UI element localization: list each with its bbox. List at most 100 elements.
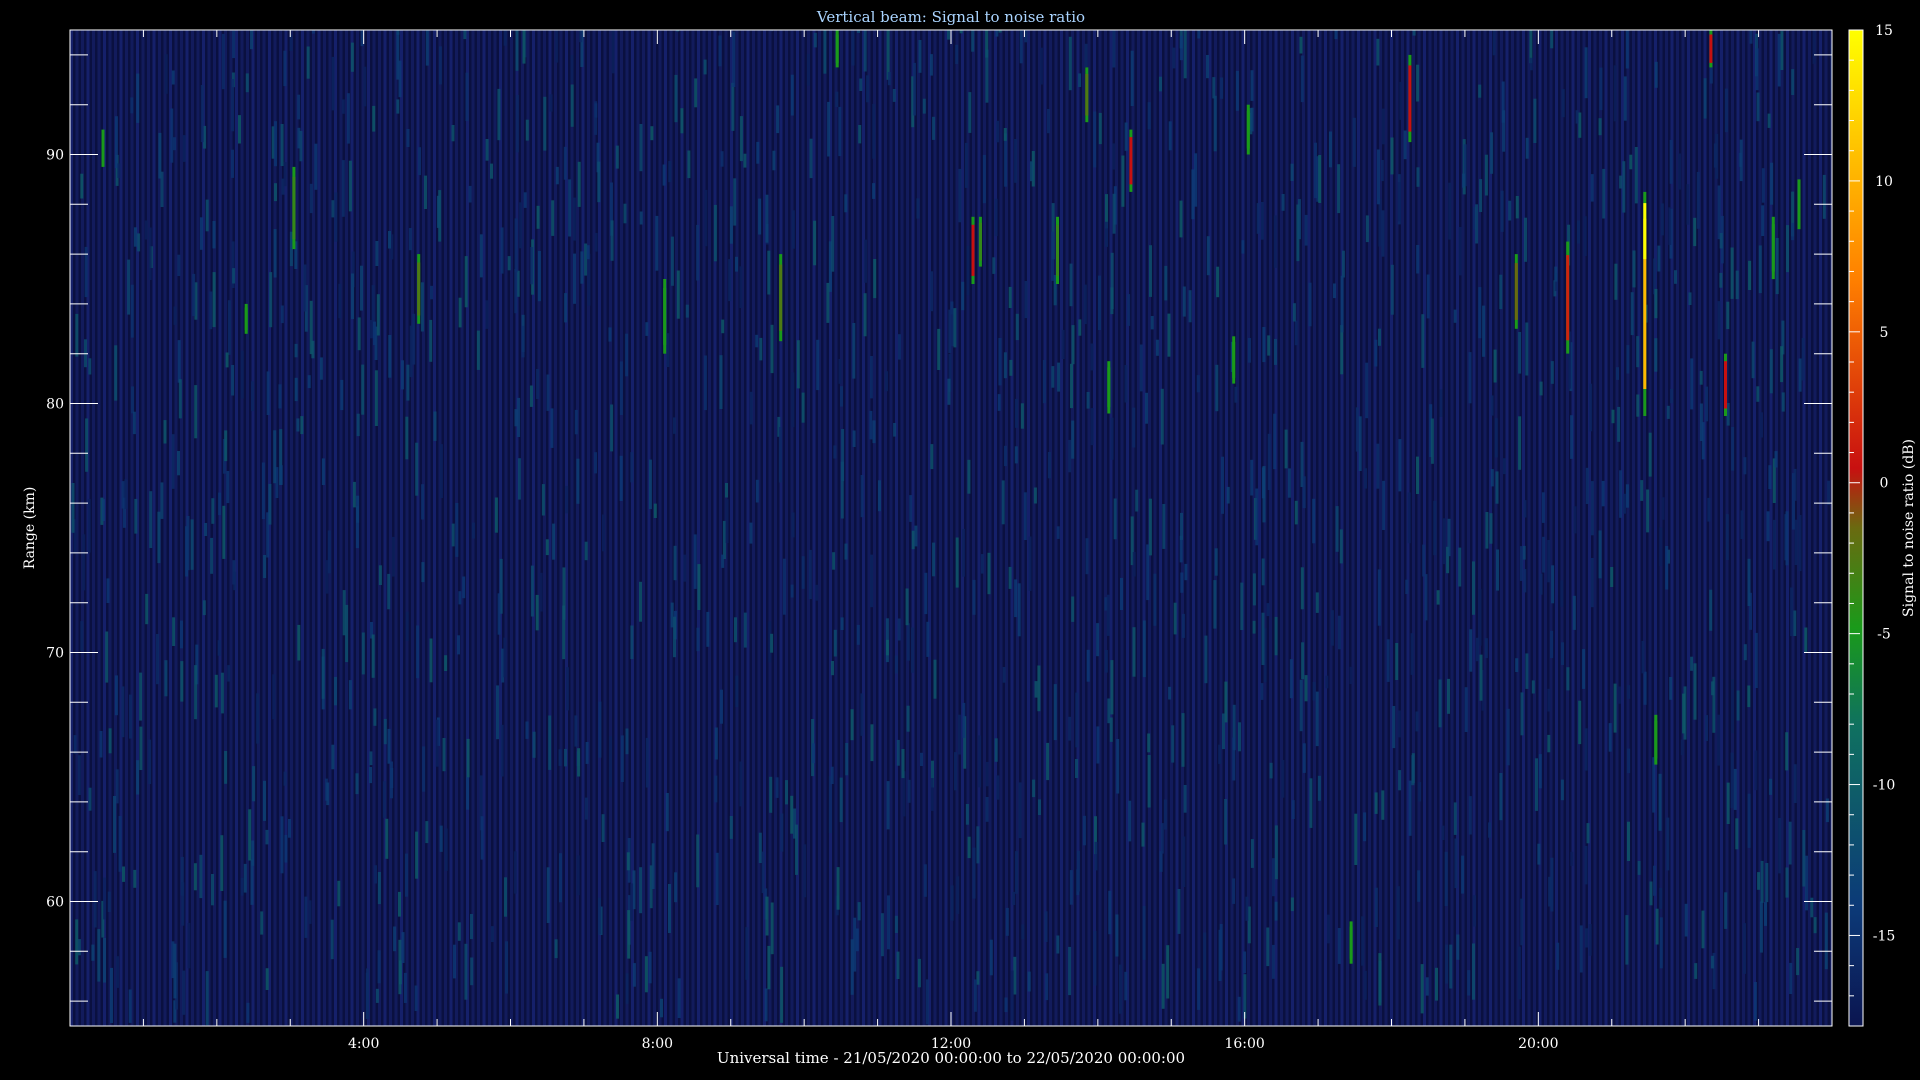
noise-speckle-mark	[223, 900, 227, 958]
noise-column	[741, 30, 744, 1026]
noise-speckle-mark	[91, 944, 95, 961]
noise-speckle-mark	[466, 738, 470, 778]
noise-column	[1714, 30, 1718, 1026]
noise-speckle-mark	[1167, 313, 1171, 357]
noise-speckle-mark	[251, 381, 254, 412]
noise-speckle-mark	[232, 30, 236, 59]
noise-column	[779, 30, 783, 1026]
noise-speckle-mark	[496, 685, 499, 740]
noise-column	[939, 30, 942, 1026]
noise-column	[1269, 30, 1272, 1026]
noise-column	[1599, 30, 1602, 1026]
noise-speckle-mark	[906, 705, 910, 732]
noise-speckle-mark	[616, 994, 619, 1019]
noise-speckle-mark	[1153, 573, 1157, 626]
noise-speckle-mark	[137, 233, 141, 252]
noise-speckle-mark	[1791, 222, 1795, 241]
noise-speckle-mark	[554, 939, 558, 959]
noise-speckle-mark	[1390, 264, 1394, 315]
noise-column	[207, 30, 211, 1026]
noise-speckle-mark	[1220, 77, 1224, 99]
noise-column	[444, 30, 447, 1026]
noise-speckle-mark	[1499, 773, 1503, 821]
noise-column	[1258, 30, 1261, 1026]
noise-speckle-mark	[872, 420, 876, 444]
noise-column	[1296, 30, 1300, 1026]
noise-speckle-mark	[522, 30, 526, 64]
noise-speckle-mark	[1398, 439, 1402, 492]
noise-speckle-mark	[1717, 185, 1721, 240]
noise-speckle-mark	[299, 130, 303, 162]
noise-speckle-mark	[780, 966, 784, 1023]
noise-column	[1153, 30, 1157, 1026]
noise-speckle-mark	[775, 777, 779, 798]
noise-speckle-mark	[585, 742, 589, 764]
noise-speckle-mark	[88, 787, 92, 811]
noise-speckle-mark	[1550, 361, 1554, 384]
noise-speckle-mark	[676, 30, 680, 32]
noise-speckle-mark	[1756, 92, 1760, 122]
noise-speckle-mark	[1802, 830, 1806, 887]
noise-speckle-mark	[1219, 924, 1223, 971]
noise-speckle-mark	[1769, 778, 1773, 795]
noise-speckle-mark	[1003, 128, 1007, 141]
echo-mark	[292, 176, 296, 240]
noise-speckle-mark	[1221, 456, 1224, 514]
noise-speckle-mark	[1433, 500, 1437, 556]
noise-speckle-mark	[845, 743, 849, 776]
noise-speckle-mark	[1585, 467, 1589, 504]
noise-speckle-mark	[644, 956, 648, 993]
noise-speckle-mark	[577, 161, 581, 207]
noise-speckle-mark	[1625, 30, 1629, 69]
noise-speckle-mark	[1798, 358, 1802, 392]
noise-speckle-mark	[1024, 281, 1028, 319]
noise-speckle-mark	[826, 282, 830, 323]
noise-column	[768, 30, 772, 1026]
noise-speckle-mark	[1071, 420, 1075, 459]
noise-column	[1203, 30, 1206, 1026]
noise-speckle-mark	[1056, 526, 1060, 539]
noise-speckle-mark	[497, 593, 501, 635]
noise-speckle-mark	[956, 876, 960, 914]
noise-speckle-mark	[1793, 468, 1797, 501]
noise-speckle-mark	[623, 203, 627, 224]
noise-speckle-mark	[551, 200, 555, 236]
noise-speckle-mark	[1218, 744, 1222, 764]
noise-speckle-mark	[1753, 982, 1757, 1021]
noise-speckle-mark	[1801, 338, 1805, 381]
noise-speckle-mark	[1096, 726, 1100, 764]
noise-speckle-mark	[1161, 963, 1165, 1009]
noise-speckle-mark	[180, 620, 183, 649]
noise-column	[1263, 30, 1267, 1026]
noise-column	[746, 30, 750, 1026]
noise-speckle-mark	[269, 272, 273, 328]
colorbar-tick-label: -5	[1877, 627, 1891, 643]
noise-speckle-mark	[743, 153, 747, 168]
noise-speckle-mark	[1075, 759, 1078, 778]
noise-speckle-mark	[965, 804, 969, 825]
noise-speckle-mark	[436, 195, 440, 228]
noise-speckle-mark	[124, 479, 128, 509]
noise-speckle-mark	[627, 910, 631, 959]
noise-speckle-mark	[1680, 739, 1684, 756]
noise-speckle-mark	[1611, 409, 1615, 424]
noise-speckle-mark	[283, 50, 287, 87]
noise-speckle-mark	[1634, 147, 1638, 204]
noise-column	[1615, 30, 1619, 1026]
noise-speckle-mark	[1705, 386, 1709, 422]
noise-speckle-mark	[503, 637, 507, 678]
noise-speckle-mark	[1061, 329, 1065, 359]
noise-speckle-mark	[352, 481, 356, 508]
noise-column	[532, 30, 535, 1026]
noise-speckle-mark	[211, 498, 215, 524]
noise-speckle-mark	[1415, 711, 1419, 732]
noise-speckle-mark	[1619, 470, 1623, 518]
noise-speckle-mark	[438, 46, 442, 85]
noise-speckle-mark	[1730, 247, 1734, 299]
noise-speckle-mark	[231, 79, 235, 132]
noise-speckle-mark	[80, 621, 84, 651]
noise-speckle-mark	[1529, 30, 1533, 64]
noise-speckle-mark	[1148, 498, 1152, 556]
noise-speckle-mark	[136, 760, 140, 795]
noise-speckle-mark	[220, 835, 224, 891]
